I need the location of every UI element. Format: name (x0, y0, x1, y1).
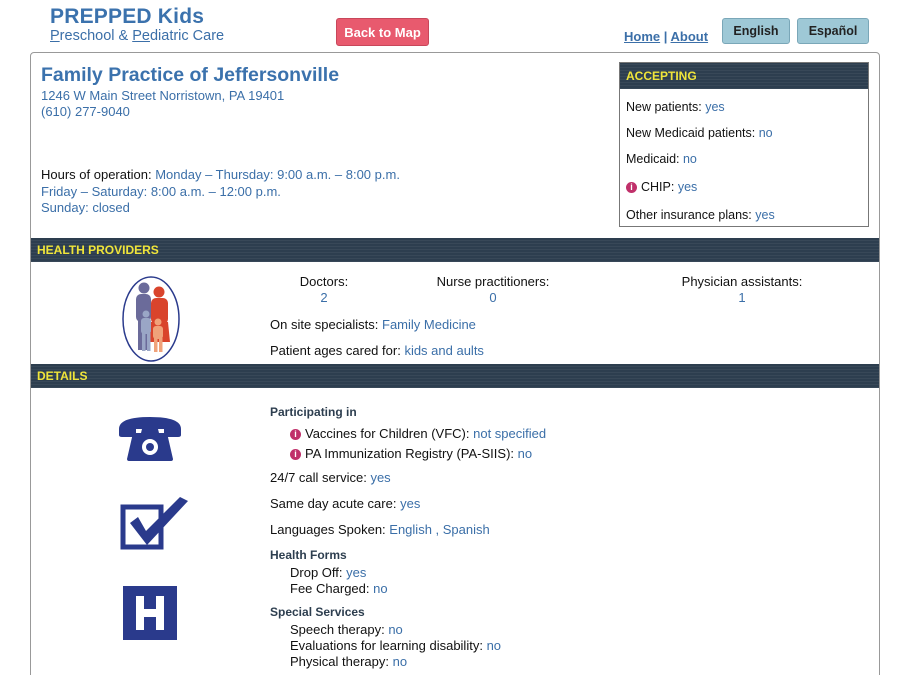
physician-assistants-count: Physician assistants: 1 (674, 274, 810, 306)
details-bar: DETAILS (31, 364, 879, 388)
nav-separator: | (663, 29, 668, 44)
health-providers-bar: HEALTH PROVIDERS (31, 238, 879, 262)
pa-siis-row: i PA Immunization Registry (PA-SIIS): no (290, 446, 532, 462)
hours-line-1: Monday – Thursday: 9:00 a.m. – 8:00 p.m. (155, 167, 400, 182)
accepting-row: New Medicaid patients: no (626, 126, 773, 140)
accepting-label: CHIP: (641, 180, 675, 194)
patient-ages: Patient ages cared for: kids and aults (270, 343, 484, 358)
english-button[interactable]: English (722, 18, 790, 44)
special-services-heading: Special Services (270, 605, 365, 619)
fee-label: Fee Charged: (290, 581, 370, 596)
physical-label: Physical therapy: (290, 654, 389, 669)
vfc-row: i Vaccines for Children (VFC): not specif… (290, 426, 546, 442)
brand-sub-p1: P (50, 28, 60, 44)
call-label: 24/7 call service: (270, 470, 367, 485)
accepting-value: yes (755, 208, 775, 222)
specialists-label: On site specialists: (270, 317, 379, 332)
acute-care-row: Same day acute care: yes (270, 496, 420, 511)
hospital-icon (123, 586, 177, 640)
ages-value: kids and aults (404, 343, 484, 358)
pa-value: 1 (738, 290, 746, 305)
eval-value: no (486, 638, 502, 653)
hours-label: Hours of operation: (41, 167, 152, 182)
dropoff-label: Drop Off: (290, 565, 343, 580)
accepting-value: no (682, 152, 697, 166)
accepting-row: Other insurance plans: yes (626, 208, 775, 222)
languages-row: Languages Spoken: English , Spanish (270, 522, 490, 537)
fee-charged-row: Fee Charged: no (290, 581, 388, 597)
doctors-value: 2 (320, 290, 328, 305)
practice-address: 1246 W Main Street Norristown, PA 19401 (41, 88, 285, 103)
nav-links: Home | About (624, 29, 708, 44)
info-icon[interactable]: i (626, 182, 637, 193)
acute-label: Same day acute care: (270, 496, 397, 511)
brand-title: PREPPED Kids (50, 5, 205, 28)
physical-value: no (392, 654, 408, 669)
telephone-icon (119, 417, 181, 461)
doctors-count: Doctors: 2 (294, 274, 354, 306)
info-icon[interactable]: i (290, 429, 301, 440)
brand-sub-p4: diatric Care (149, 28, 225, 44)
pa-label: Physician assistants: (681, 274, 803, 289)
pasiis-label: PA Immunization Registry (PA-SIIS): (305, 446, 515, 461)
brand-sub-p3: Pe (132, 28, 150, 44)
fee-value: no (373, 581, 388, 596)
accepting-label: Medicaid: (626, 152, 680, 166)
back-to-map-button[interactable]: Back to Map (336, 18, 429, 46)
accepting-row: i CHIP: yes (626, 180, 697, 194)
lang-label: Languages Spoken: (270, 522, 386, 537)
checkbox-icon (120, 497, 188, 550)
doctors-label: Doctors: (299, 274, 349, 289)
hours-line-2: Friday – Saturday: 8:00 a.m. – 12:00 p.m… (41, 183, 281, 199)
accepting-label: New patients: (626, 100, 702, 114)
brand-subtitle: Preschool & Pediatric Care (50, 28, 224, 44)
physical-therapy-row: Physical therapy: no (290, 654, 407, 670)
info-icon[interactable]: i (290, 449, 301, 460)
family-icon (122, 276, 180, 362)
accepting-value: yes (705, 100, 725, 114)
speech-therapy-row: Speech therapy: no (290, 622, 403, 638)
home-link[interactable]: Home (624, 29, 660, 44)
about-link[interactable]: About (671, 29, 709, 44)
on-site-specialists: On site specialists: Family Medicine (270, 317, 476, 332)
call-service-row: 24/7 call service: yes (270, 470, 391, 485)
participating-heading: Participating in (270, 405, 357, 419)
accepting-label: Other insurance plans: (626, 208, 752, 222)
practice-contact: 1246 W Main Street Norristown, PA 19401 … (41, 88, 284, 120)
vfc-value: not specified (473, 426, 547, 441)
specialists-value: Family Medicine (382, 317, 476, 332)
np-value: 0 (489, 290, 497, 305)
hours-line-3: Sunday: closed (41, 200, 130, 215)
call-value: yes (370, 470, 391, 485)
health-forms-heading: Health Forms (270, 548, 347, 562)
acute-value: yes (400, 496, 421, 511)
accepting-row: Medicaid: no (626, 152, 697, 166)
ages-label: Patient ages cared for: (270, 343, 401, 358)
pasiis-value: no (517, 446, 533, 461)
speech-label: Speech therapy: (290, 622, 385, 637)
drop-off-row: Drop Off: yes (290, 565, 366, 581)
learning-eval-row: Evaluations for learning disability: no (290, 638, 501, 654)
hours-of-operation: Hours of operation: Monday – Thursday: 9… (41, 167, 400, 217)
brand: PREPPED Kids Preschool & Pediatric Care (50, 5, 224, 45)
accepting-title: ACCEPTING (620, 63, 868, 89)
accepting-label: New Medicaid patients: (626, 126, 756, 140)
lang-value: English , Spanish (389, 522, 490, 537)
brand-sub-p2: reschool & (59, 28, 133, 44)
practice-name: Family Practice of Jeffersonville (41, 64, 340, 86)
dropoff-value: yes (346, 565, 367, 580)
speech-value: no (388, 622, 403, 637)
accepting-box: ACCEPTING New patients: yes New Medicaid… (619, 62, 869, 227)
espanol-button[interactable]: Español (797, 18, 869, 44)
accepting-value: no (758, 126, 773, 140)
nurse-practitioners-count: Nurse practitioners: 0 (433, 274, 553, 306)
eval-label: Evaluations for learning disability: (290, 638, 483, 653)
practice-phone: (610) 277-9040 (41, 104, 130, 119)
accepting-value: yes (677, 180, 698, 194)
np-label: Nurse practitioners: (436, 274, 550, 289)
accepting-row: New patients: yes (626, 100, 725, 114)
vfc-label: Vaccines for Children (VFC): (305, 426, 470, 441)
